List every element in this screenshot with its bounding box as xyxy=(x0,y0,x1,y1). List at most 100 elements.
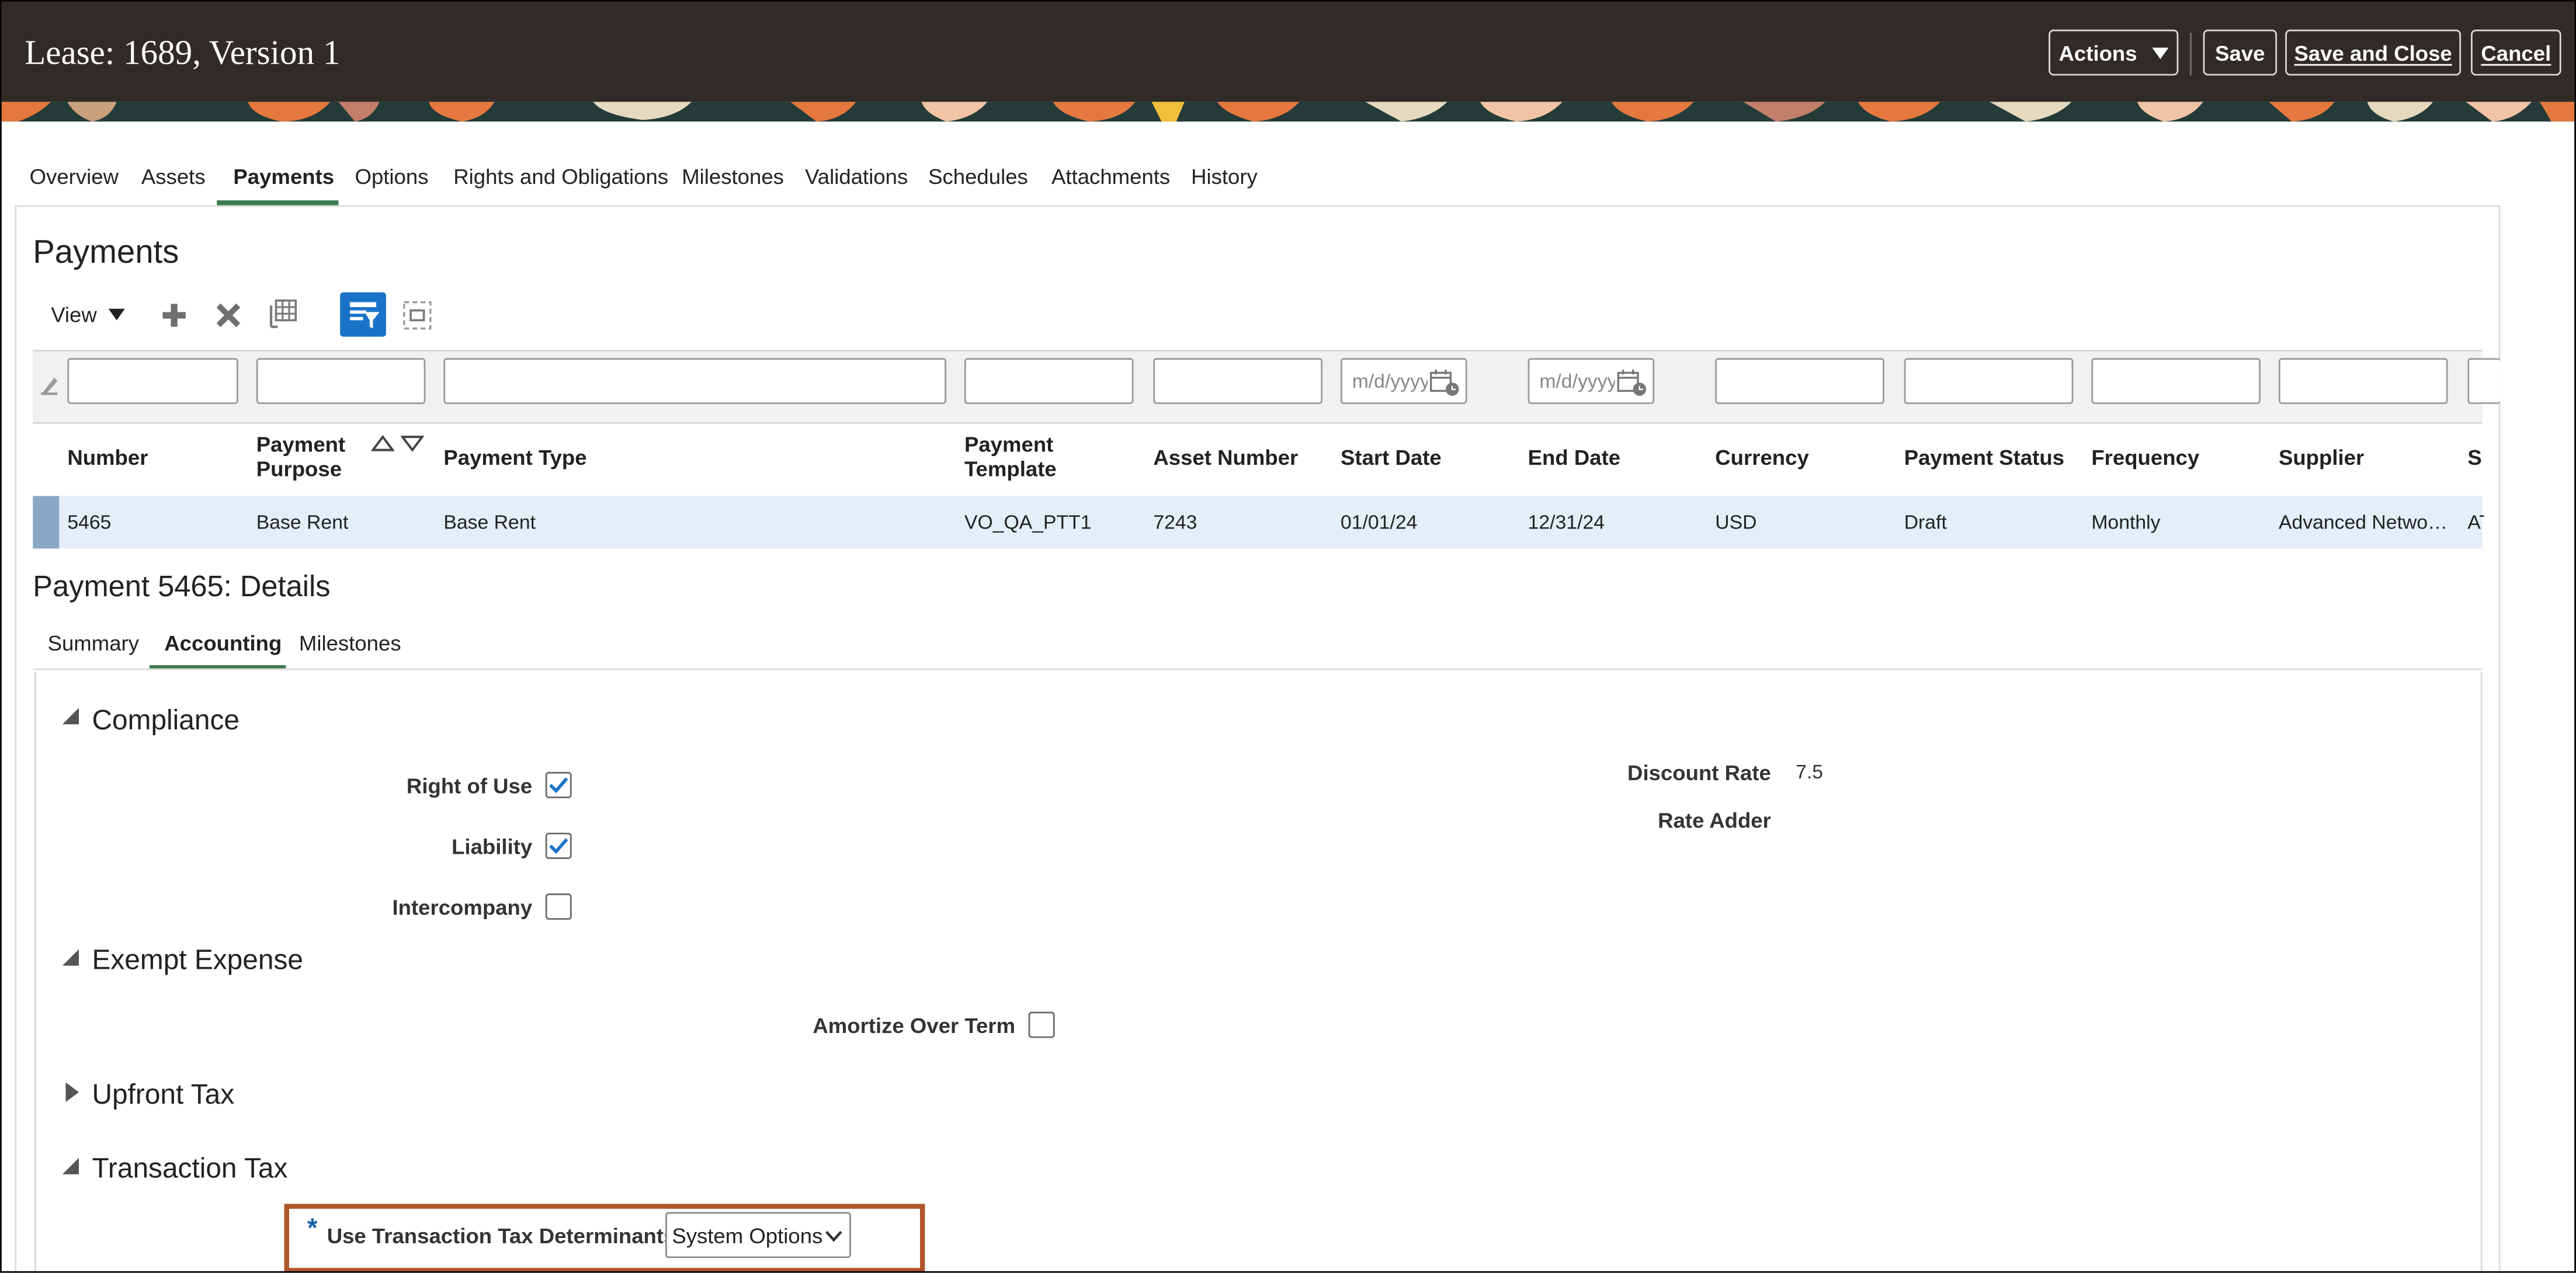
clear-filter-icon[interactable] xyxy=(40,373,60,395)
cell-payment-template: VO_QA_PTT1 xyxy=(964,510,1092,534)
filter-end-date[interactable]: m/d/yyyy xyxy=(1527,358,1655,404)
column-header-payment-template[interactable]: Payment Template xyxy=(964,432,1057,481)
calendar-icon[interactable] xyxy=(1428,369,1461,398)
cancel-button[interactable]: Cancel xyxy=(2471,29,2561,76)
cell-supplier: Advanced Netwo… xyxy=(2278,510,2447,534)
use-transaction-tax-determinants-label: Use Transaction Tax Determinants xyxy=(327,1223,676,1248)
cell-asset-number: 7243 xyxy=(1153,510,1197,534)
payments-title: Payments xyxy=(33,235,179,272)
filter-currency[interactable] xyxy=(1715,358,1884,404)
tab-assets[interactable]: Assets xyxy=(141,164,206,189)
cell-start-date: 01/01/24 xyxy=(1341,510,1418,534)
freeze-columns-icon[interactable] xyxy=(266,297,299,330)
checkmark-icon xyxy=(549,838,568,854)
detail-tab-divider xyxy=(33,668,2483,670)
cell-payment-type: Base Rent xyxy=(443,510,536,534)
right-of-use-label: Right of Use xyxy=(406,773,533,798)
column-header-start-date[interactable]: Start Date xyxy=(1341,445,1442,469)
tab-payments[interactable]: Payments xyxy=(233,164,334,189)
tab-validations[interactable]: Validations xyxy=(805,164,908,189)
filter-payment-purpose[interactable] xyxy=(256,358,426,404)
collapse-icon[interactable] xyxy=(62,708,79,725)
view-menu-label: View xyxy=(51,302,97,327)
sort-descending-icon[interactable] xyxy=(401,435,424,452)
collapse-icon[interactable] xyxy=(62,1157,79,1174)
page-title: Lease: 1689, Version 1 xyxy=(25,33,341,72)
delete-icon[interactable] xyxy=(214,301,244,331)
column-header-end-date[interactable]: End Date xyxy=(1528,445,1620,469)
filter-start-date[interactable]: m/d/yyyy xyxy=(1341,358,1467,404)
column-header-frequency[interactable]: Frequency xyxy=(2091,445,2199,469)
discount-rate-value: 7.5 xyxy=(1796,760,1823,784)
column-header-asset-number[interactable]: Asset Number xyxy=(1153,445,1298,469)
tab-rights-and-obligations[interactable]: Rights and Obligations xyxy=(453,164,668,189)
column-header-currency[interactable]: Currency xyxy=(1715,445,1809,469)
row-selection-marker xyxy=(33,496,60,549)
use-transaction-tax-determinants-select[interactable]: System Options xyxy=(665,1212,851,1258)
filter-icon xyxy=(350,302,380,329)
select-value: System Options xyxy=(672,1223,823,1248)
filter-payment-template[interactable] xyxy=(964,358,1134,404)
compliance-title[interactable]: Compliance xyxy=(92,705,239,738)
save-button[interactable]: Save xyxy=(2203,29,2278,76)
filter-payment-status[interactable] xyxy=(1904,358,2074,404)
tab-milestones[interactable]: Milestones xyxy=(682,164,784,189)
filter-asset-number[interactable] xyxy=(1153,358,1323,404)
column-header-payment-status[interactable]: Payment Status xyxy=(1904,445,2064,469)
detail-tab-milestones[interactable]: Milestones xyxy=(299,631,401,655)
detach-icon[interactable] xyxy=(401,299,433,332)
end-date-placeholder: m/d/yyyy xyxy=(1539,369,1617,393)
decorative-banner xyxy=(1,102,2575,122)
filter-payment-type[interactable] xyxy=(443,358,946,404)
required-indicator: * xyxy=(307,1215,318,1244)
exempt-expense-title[interactable]: Exempt Expense xyxy=(92,944,303,977)
column-header-supplier[interactable]: Supplier xyxy=(2279,445,2364,469)
right-of-use-checkbox[interactable] xyxy=(545,771,572,798)
intercompany-checkbox[interactable] xyxy=(545,893,572,920)
column-header-number[interactable]: Number xyxy=(67,445,148,469)
column-header-payment-purpose[interactable]: Payment Purpose xyxy=(256,432,345,481)
detail-tab-summary[interactable]: Summary xyxy=(48,631,139,655)
tab-attachments[interactable]: Attachments xyxy=(1051,164,1170,189)
expand-icon[interactable] xyxy=(65,1082,79,1102)
column-header-payment-type[interactable]: Payment Type xyxy=(443,445,586,469)
filter-supplier[interactable] xyxy=(2278,358,2448,404)
intercompany-label: Intercompany xyxy=(392,895,533,920)
filter-number[interactable] xyxy=(67,358,238,404)
caret-down-icon xyxy=(2151,47,2169,58)
rate-adder-label: Rate Adder xyxy=(1658,808,1771,833)
tab-schedules[interactable]: Schedules xyxy=(928,164,1028,189)
discount-rate-label: Discount Rate xyxy=(1627,760,1771,785)
detail-tab-accounting[interactable]: Accounting xyxy=(164,631,282,655)
tab-overview[interactable]: Overview xyxy=(30,164,119,189)
cell-number: 5465 xyxy=(67,510,112,534)
cell-frequency: Monthly xyxy=(2091,510,2161,534)
filter-next-column[interactable] xyxy=(2467,358,2501,404)
cell-truncated: AT xyxy=(2467,510,2484,534)
details-title: Payment 5465: Details xyxy=(33,569,331,603)
start-date-placeholder: m/d/yyyy xyxy=(1352,369,1430,393)
sort-ascending-icon[interactable] xyxy=(371,435,394,451)
caret-down-icon xyxy=(108,308,125,321)
calendar-icon[interactable] xyxy=(1615,369,1648,398)
upfront-tax-title[interactable]: Upfront Tax xyxy=(92,1079,235,1112)
tab-options[interactable]: Options xyxy=(355,164,429,189)
transaction-tax-title[interactable]: Transaction Tax xyxy=(92,1153,288,1185)
active-tab-indicator xyxy=(217,200,339,206)
actions-menu-button[interactable]: Actions xyxy=(2049,29,2179,76)
query-by-example-button[interactable] xyxy=(340,292,386,337)
filter-frequency[interactable] xyxy=(2091,358,2261,404)
header-divider xyxy=(2190,33,2192,76)
cell-currency: USD xyxy=(1715,510,1757,534)
view-menu[interactable]: View xyxy=(51,302,125,327)
add-icon[interactable] xyxy=(159,301,189,331)
checkmark-icon xyxy=(549,777,568,794)
collapse-icon[interactable] xyxy=(62,949,79,966)
tab-history[interactable]: History xyxy=(1191,164,1258,189)
save-and-close-button[interactable]: Save and Close xyxy=(2285,29,2462,76)
liability-label: Liability xyxy=(452,834,533,859)
column-header-truncated[interactable]: S xyxy=(2467,445,2484,469)
amortize-over-term-label: Amortize Over Term xyxy=(813,1013,1016,1038)
amortize-over-term-checkbox[interactable] xyxy=(1028,1011,1055,1038)
liability-checkbox[interactable] xyxy=(545,832,572,859)
